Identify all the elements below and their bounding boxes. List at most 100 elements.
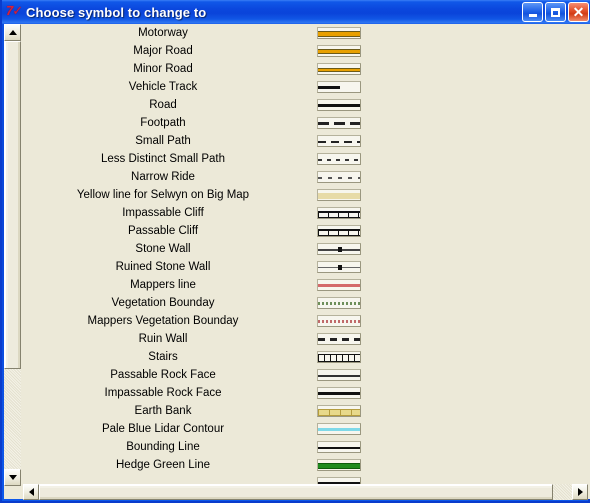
- stone-wall-swatch: [317, 243, 361, 255]
- list-item-symbol[interactable]: [317, 385, 365, 401]
- list-item-label: Stairs: [148, 351, 178, 363]
- horizontal-scrollbar-thumb[interactable]: [39, 484, 553, 500]
- list-item[interactable]: Impassable Rock Face: [23, 384, 588, 402]
- scroll-right-button[interactable]: [572, 484, 588, 500]
- list-item-symbol[interactable]: [317, 277, 365, 293]
- list-item-label: Ruin Wall: [138, 333, 188, 345]
- major-road-swatch: [317, 45, 361, 57]
- list-item[interactable]: Stairs: [23, 348, 588, 366]
- list-item-symbol[interactable]: [317, 223, 365, 239]
- list-item-label: Impassable Cliff: [122, 207, 204, 219]
- list-item-symbol[interactable]: [317, 421, 365, 437]
- vertical-scrollbar-thumb[interactable]: [4, 41, 21, 369]
- list-item[interactable]: Major Road: [23, 42, 588, 60]
- list-item[interactable]: Minor Road: [23, 60, 588, 78]
- mappers-vegetation-bounday-swatch: [317, 315, 361, 327]
- list-item-symbol[interactable]: [317, 295, 365, 311]
- list-item[interactable]: Earth Bank: [23, 402, 588, 420]
- chevron-left-icon: [28, 488, 34, 496]
- list-item-symbol[interactable]: [317, 403, 365, 419]
- dialog-window: 7✓ Choose symbol to change to ✕ Motorway…: [0, 0, 590, 503]
- list-item-label: Passable Rock Face: [110, 369, 216, 381]
- list-item-label: Vegetation Bounday: [111, 297, 215, 309]
- yellow-line-selwyn-swatch: [317, 189, 361, 201]
- list-item[interactable]: Small Path: [23, 132, 588, 150]
- list-item[interactable]: Ruined Stone Wall: [23, 258, 588, 276]
- list-item[interactable]: Passable Cliff: [23, 222, 588, 240]
- list-item-label: Narrow Ride: [131, 171, 195, 183]
- list-item-symbol[interactable]: [317, 475, 365, 484]
- list-item[interactable]: Ruin Wall: [23, 330, 588, 348]
- minimize-button[interactable]: [522, 2, 543, 22]
- list-item[interactable]: Narrow Ride: [23, 168, 588, 186]
- list-item-label: Stone Wall: [135, 243, 191, 255]
- minor-road-swatch: [317, 63, 361, 75]
- horizontal-scrollbar[interactable]: [23, 484, 588, 500]
- list-item-label: Earth Bank: [134, 405, 192, 417]
- list-item[interactable]: Impassable Cliff: [23, 204, 588, 222]
- title-bar[interactable]: 7✓ Choose symbol to change to ✕: [2, 0, 590, 24]
- list-item-symbol[interactable]: [317, 151, 365, 167]
- minimize-icon: [528, 13, 537, 17]
- pale-blue-lidar-contour-swatch: [317, 423, 361, 435]
- list-item-symbol[interactable]: [317, 169, 365, 185]
- motorway-swatch: [317, 27, 361, 39]
- list-item[interactable]: Hedge Green Line: [23, 456, 588, 474]
- vehicle-track-swatch: [317, 81, 361, 93]
- list-item[interactable]: Bounding Line: [23, 438, 588, 456]
- list-item[interactable]: Less Distinct Small Path: [23, 150, 588, 168]
- list-item-label: Motorway: [138, 27, 188, 39]
- list-item[interactable]: Stone Wall: [23, 240, 588, 258]
- list-item[interactable]: Vehicle Track: [23, 78, 588, 96]
- scroll-down-button[interactable]: [4, 469, 21, 486]
- list-item-symbol[interactable]: [317, 61, 365, 77]
- list-item[interactable]: Passable Rock Face: [23, 366, 588, 384]
- list-item-symbol[interactable]: [317, 97, 365, 113]
- list-item-symbol[interactable]: [317, 205, 365, 221]
- list-item[interactable]: Road: [23, 96, 588, 114]
- list-item-symbol[interactable]: [317, 241, 365, 257]
- list-item-label: Bounding Line: [126, 441, 200, 453]
- list-item-symbol[interactable]: [317, 367, 365, 383]
- list-item-label: Passable Cliff: [127, 225, 199, 237]
- vertical-scrollbar[interactable]: [4, 24, 21, 486]
- list-item-label: Pale Blue Lidar Contour: [101, 423, 225, 435]
- list-item-symbol[interactable]: [317, 457, 365, 473]
- list-item[interactable]: Pale Blue Lidar Contour: [23, 420, 588, 438]
- hedge-green-line-swatch: [317, 459, 361, 471]
- scroll-up-button[interactable]: [4, 24, 21, 41]
- list-item-symbol[interactable]: [317, 79, 365, 95]
- list-item-symbol[interactable]: [317, 331, 365, 347]
- list-item[interactable]: Mappers line: [23, 276, 588, 294]
- list-item-symbol[interactable]: [317, 43, 365, 59]
- chevron-right-icon: [577, 488, 583, 496]
- list-item[interactable]: Mappers Vegetation Bounday: [23, 312, 588, 330]
- narrow-ride-swatch: [317, 171, 361, 183]
- list-item-symbol[interactable]: [317, 349, 365, 365]
- maximize-icon: [551, 7, 560, 17]
- impassable-rock-face-swatch: [317, 387, 361, 399]
- bounding-line-swatch: [317, 441, 361, 453]
- list-item[interactable]: [23, 474, 588, 484]
- list-item-symbol[interactable]: [317, 187, 365, 203]
- list-item[interactable]: Yellow line for Selwyn on Big Map: [23, 186, 588, 204]
- maximize-button[interactable]: [545, 2, 566, 22]
- footpath-swatch: [317, 117, 361, 129]
- list-item-symbol[interactable]: [317, 25, 365, 41]
- list-item-label: Small Path: [135, 135, 191, 147]
- list-item-symbol[interactable]: [317, 133, 365, 149]
- list-item[interactable]: Motorway: [23, 24, 588, 42]
- list-item-symbol[interactable]: [317, 259, 365, 275]
- list-item-symbol[interactable]: [317, 439, 365, 455]
- list-item-label: Major Road: [133, 45, 193, 57]
- client-area: Motorway Major Road Minor Road Vehicle Trac…: [4, 24, 590, 500]
- close-button[interactable]: ✕: [568, 2, 589, 22]
- list-item[interactable]: Footpath: [23, 114, 588, 132]
- list-item-label: Mappers Vegetation Bounday: [87, 315, 239, 327]
- symbol-list[interactable]: Motorway Major Road Minor Road Vehicle Trac…: [23, 24, 588, 484]
- list-item[interactable]: Vegetation Bounday: [23, 294, 588, 312]
- list-item-label: Ruined Stone Wall: [115, 261, 211, 273]
- list-item-symbol[interactable]: [317, 313, 365, 329]
- list-item-symbol[interactable]: [317, 115, 365, 131]
- scroll-left-button[interactable]: [23, 484, 39, 500]
